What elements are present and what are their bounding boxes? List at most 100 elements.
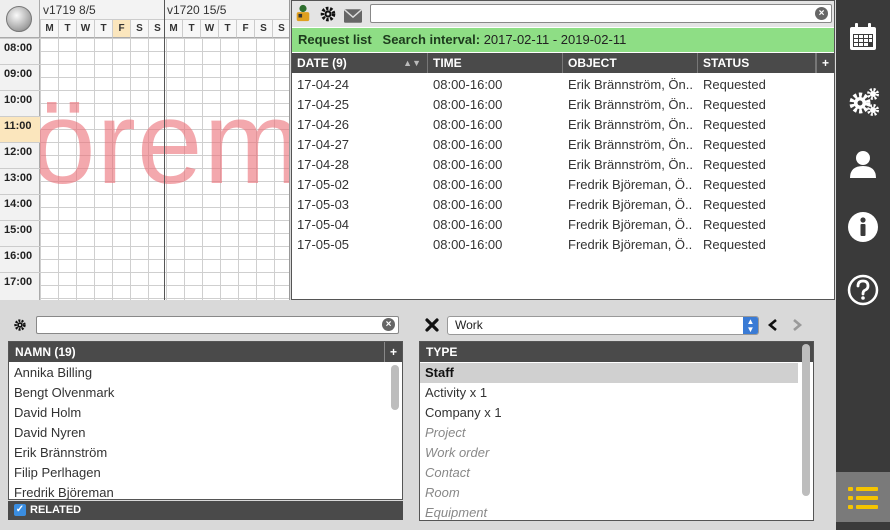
list-item[interactable]: Contact: [420, 463, 798, 483]
week-calendar[interactable]: örem v1719 8/5 v1720 15/5 MTWTFSSMTWTFSS…: [0, 0, 290, 300]
day-header[interactable]: T: [58, 20, 76, 38]
select-arrow-icon: ▲ ▼: [743, 317, 758, 334]
list-item[interactable]: Annika Billing: [9, 363, 384, 383]
close-icon[interactable]: [425, 318, 439, 332]
day-header[interactable]: M: [164, 20, 182, 38]
day-header[interactable]: S: [130, 20, 148, 38]
cell-date: 17-05-03: [297, 197, 350, 212]
day-header[interactable]: F: [112, 20, 130, 38]
names-count-label: NAMN (19): [15, 345, 76, 359]
hour-label: 12:00: [0, 142, 40, 168]
cell-status: Requested: [703, 97, 766, 112]
cell-time: 08:00-16:00: [433, 137, 503, 152]
names-search-input[interactable]: ×: [36, 316, 399, 334]
hour-label: 17:00: [0, 272, 40, 298]
list-item[interactable]: Fredrik Björeman: [9, 483, 384, 499]
list-item[interactable]: David Nyren: [9, 423, 384, 443]
names-scrollbar[interactable]: [391, 365, 399, 410]
list-item[interactable]: Equipment: [420, 503, 798, 520]
chevron-left-icon[interactable]: [767, 318, 779, 332]
list-item[interactable]: Staff: [420, 363, 798, 383]
sort-icon[interactable]: ▲▼: [403, 53, 421, 73]
cell-time: 08:00-16:00: [433, 197, 503, 212]
table-row[interactable]: 17-05-02 08:00-16:00 Fredrik Björeman, Ö..…: [292, 175, 834, 195]
gear-icon[interactable]: [13, 318, 27, 332]
sidebar-item-help[interactable]: [836, 263, 890, 317]
request-search-input[interactable]: ×: [370, 4, 832, 23]
day-header[interactable]: W: [76, 20, 94, 38]
sidebar-item-calendar[interactable]: [836, 10, 890, 64]
list-item[interactable]: Activity x 1: [420, 383, 798, 403]
cell-status: Requested: [703, 217, 766, 232]
clear-search-icon[interactable]: ×: [815, 7, 828, 20]
clear-search-icon[interactable]: ×: [382, 318, 395, 331]
day-header[interactable]: F: [236, 20, 254, 38]
table-row[interactable]: 17-05-05 08:00-16:00 Fredrik Björeman, Ö..…: [292, 235, 834, 255]
day-header[interactable]: T: [218, 20, 236, 38]
list-item[interactable]: Bengt Olvenmark: [9, 383, 384, 403]
hour-label: 09:00: [0, 64, 40, 90]
cell-date: 17-04-28: [297, 157, 350, 172]
sidebar-item-user[interactable]: [836, 137, 890, 191]
day-header[interactable]: T: [94, 20, 112, 38]
cell-time: 08:00-16:00: [433, 237, 503, 252]
cell-date: 17-05-02: [297, 177, 350, 192]
type-scrollbar[interactable]: [802, 344, 810, 496]
column-header-object[interactable]: OBJECT: [563, 53, 698, 73]
table-row[interactable]: 17-04-24 08:00-16:00 Erik Brännström, Ön..…: [292, 75, 834, 95]
table-row[interactable]: 17-04-27 08:00-16:00 Erik Brännström, Ön..…: [292, 135, 834, 155]
day-header[interactable]: S: [254, 20, 272, 38]
cell-status: Requested: [703, 117, 766, 132]
gear-icon[interactable]: [319, 5, 337, 23]
hour-label: 10:00: [0, 90, 40, 116]
names-list-header: NAMN (19) +: [9, 342, 402, 362]
column-header-date[interactable]: DATE (9) ▲▼: [292, 53, 428, 73]
cell-object: Erik Brännström, Ön...: [568, 117, 692, 132]
add-column-button[interactable]: +: [816, 53, 834, 73]
cell-date: 17-04-25: [297, 97, 350, 112]
gears-icon: [849, 88, 879, 116]
day-header[interactable]: M: [40, 20, 58, 38]
type-filter-select[interactable]: Work ▲ ▼: [447, 316, 759, 335]
cell-object: Erik Brännström, Ön...: [568, 77, 692, 92]
names-list-panel: NAMN (19) + Annika Billing Bengt Olvenmar…: [8, 341, 403, 500]
list-item[interactable]: David Holm: [9, 403, 384, 423]
request-table-header: DATE (9) ▲▼ TIME OBJECT STATUS +: [292, 53, 834, 73]
sidebar-item-settings[interactable]: [836, 74, 890, 128]
related-label: RELATED: [30, 504, 82, 516]
list-item[interactable]: Project: [420, 423, 798, 443]
request-list-title: Request list: [298, 32, 372, 47]
table-row[interactable]: 17-04-28 08:00-16:00 Erik Brännström, Ön..…: [292, 155, 834, 175]
sidebar-item-info[interactable]: [836, 200, 890, 254]
list-item[interactable]: Work order: [420, 443, 798, 463]
related-toggle[interactable]: ✓ RELATED: [8, 501, 403, 520]
column-header-status[interactable]: STATUS: [698, 53, 816, 73]
type-select-value: Work: [455, 318, 483, 332]
person-calendar-icon[interactable]: [294, 4, 312, 22]
type-list-header: TYPE: [420, 342, 813, 362]
list-item[interactable]: Room: [420, 483, 798, 503]
add-name-button[interactable]: +: [384, 342, 402, 362]
day-header[interactable]: W: [200, 20, 218, 38]
column-header-time[interactable]: TIME: [428, 53, 563, 73]
cell-object: Fredrik Björeman, Ö...: [568, 177, 692, 192]
table-row[interactable]: 17-04-26 08:00-16:00 Erik Brännström, Ön..…: [292, 115, 834, 135]
search-interval-value: 2017-02-11 - 2019-02-11: [483, 32, 627, 47]
cell-status: Requested: [703, 77, 766, 92]
chevron-right-icon[interactable]: [791, 318, 803, 332]
day-header[interactable]: T: [182, 20, 200, 38]
mail-icon[interactable]: [344, 7, 362, 25]
table-row[interactable]: 17-05-04 08:00-16:00 Fredrik Björeman, Ö..…: [292, 215, 834, 235]
list-item[interactable]: Erik Brännström: [9, 443, 384, 463]
list-item[interactable]: Filip Perlhagen: [9, 463, 384, 483]
related-checkbox[interactable]: ✓: [14, 504, 26, 516]
sidebar-item-list[interactable]: [836, 472, 890, 522]
cell-date: 17-04-27: [297, 137, 350, 152]
table-row[interactable]: 17-05-03 08:00-16:00 Fredrik Björeman, Ö..…: [292, 195, 834, 215]
cell-object: Erik Brännström, Ön...: [568, 137, 692, 152]
table-row[interactable]: 17-04-25 08:00-16:00 Erik Brännström, Ön..…: [292, 95, 834, 115]
day-header[interactable]: S: [272, 20, 289, 38]
list-item[interactable]: Company x 1: [420, 403, 798, 423]
cell-object: Fredrik Björeman, Ö...: [568, 237, 692, 252]
globe-icon[interactable]: [6, 6, 32, 32]
